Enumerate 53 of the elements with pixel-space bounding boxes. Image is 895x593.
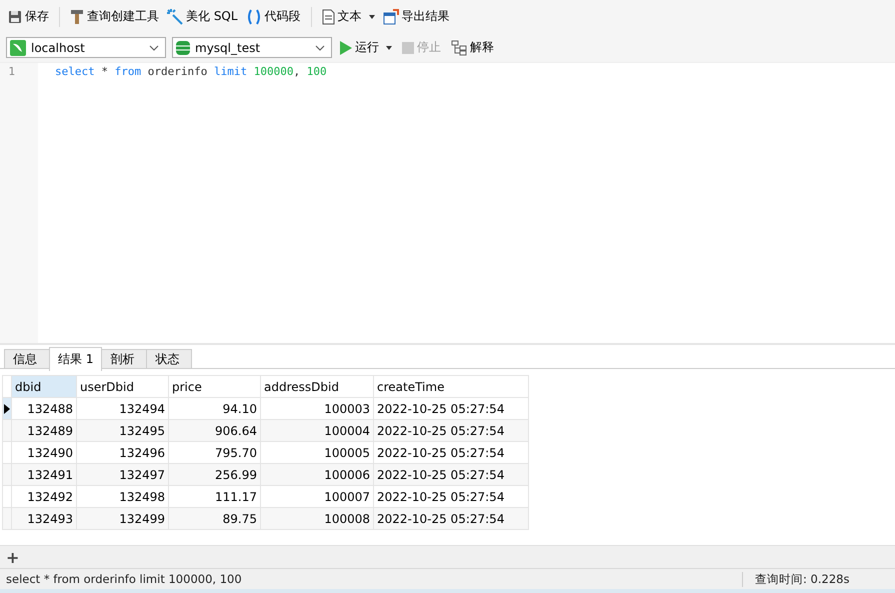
play-icon — [340, 40, 352, 54]
document-icon — [322, 8, 335, 24]
caret-icon — [368, 14, 375, 18]
chevron-down-icon — [149, 44, 159, 50]
builder-button[interactable]: 查询创建工具 — [68, 6, 161, 27]
stop-icon — [402, 42, 414, 54]
result-tab[interactable]: 剖析 — [101, 349, 148, 368]
result-tab[interactable]: 状态 — [146, 349, 192, 368]
export-table-icon — [382, 8, 399, 24]
column-header[interactable]: userDbid — [76, 376, 168, 398]
table-cell: 132491 — [12, 464, 76, 486]
table-cell: 89.75 — [168, 508, 260, 530]
table-cell: 2022-10-25 05:27:54 — [374, 508, 528, 530]
hierarchy-icon — [451, 40, 467, 56]
add-row-button[interactable]: + — [0, 548, 26, 566]
beautify-button[interactable]: 美化 SQL — [165, 6, 240, 27]
result-tab[interactable]: 信息 — [4, 349, 50, 368]
table-cell: 100006 — [260, 464, 374, 486]
table-cell: 132497 — [76, 464, 168, 486]
table-cell: 132495 — [76, 420, 168, 442]
column-header[interactable]: price — [168, 376, 260, 398]
snippet-button[interactable]: 代码段 — [244, 6, 303, 27]
query-time: 查询时间: 0.228s — [742, 572, 895, 586]
hammer-icon — [70, 8, 84, 24]
explain-button[interactable]: 解释 — [449, 37, 496, 58]
code-line: select * from orderinfo limit 100000, 100 — [54, 65, 327, 78]
result-tab[interactable]: 结果 1 — [49, 347, 102, 371]
current-row-icon — [4, 404, 10, 414]
table-cell: 2022-10-25 05:27:54 — [374, 464, 528, 486]
caret-icon — [386, 46, 392, 50]
parentheses-icon — [246, 8, 262, 24]
chevron-down-icon — [315, 44, 325, 50]
status-query: select * from orderinfo limit 100000, 100 — [5, 572, 243, 586]
table-cell: 256.99 — [168, 464, 260, 486]
line-number: 1 — [7, 65, 16, 78]
column-header[interactable]: addressDbid — [260, 376, 374, 398]
database-dropdown[interactable]: mysql_test — [172, 37, 332, 58]
export-button[interactable]: 导出结果 — [380, 6, 452, 27]
table-cell: 100004 — [260, 420, 374, 442]
table-cell: 132489 — [12, 420, 76, 442]
connection-dropdown[interactable]: localhost — [6, 37, 166, 58]
run-button[interactable]: 运行 — [338, 37, 394, 58]
table-cell: 906.64 — [168, 420, 260, 442]
save-button[interactable]: 保存 — [6, 6, 51, 27]
table-cell: 100008 — [260, 508, 374, 530]
column-header[interactable]: dbid — [12, 376, 76, 398]
table-cell: 132499 — [76, 508, 168, 530]
magic-wand-icon — [167, 8, 183, 24]
table-cell: 2022-10-25 05:27:54 — [374, 420, 528, 442]
text-button[interactable]: 文本 — [320, 6, 377, 27]
column-header[interactable]: createTime — [374, 376, 528, 398]
table-cell: 132493 — [12, 508, 76, 530]
database-icon — [176, 40, 190, 56]
